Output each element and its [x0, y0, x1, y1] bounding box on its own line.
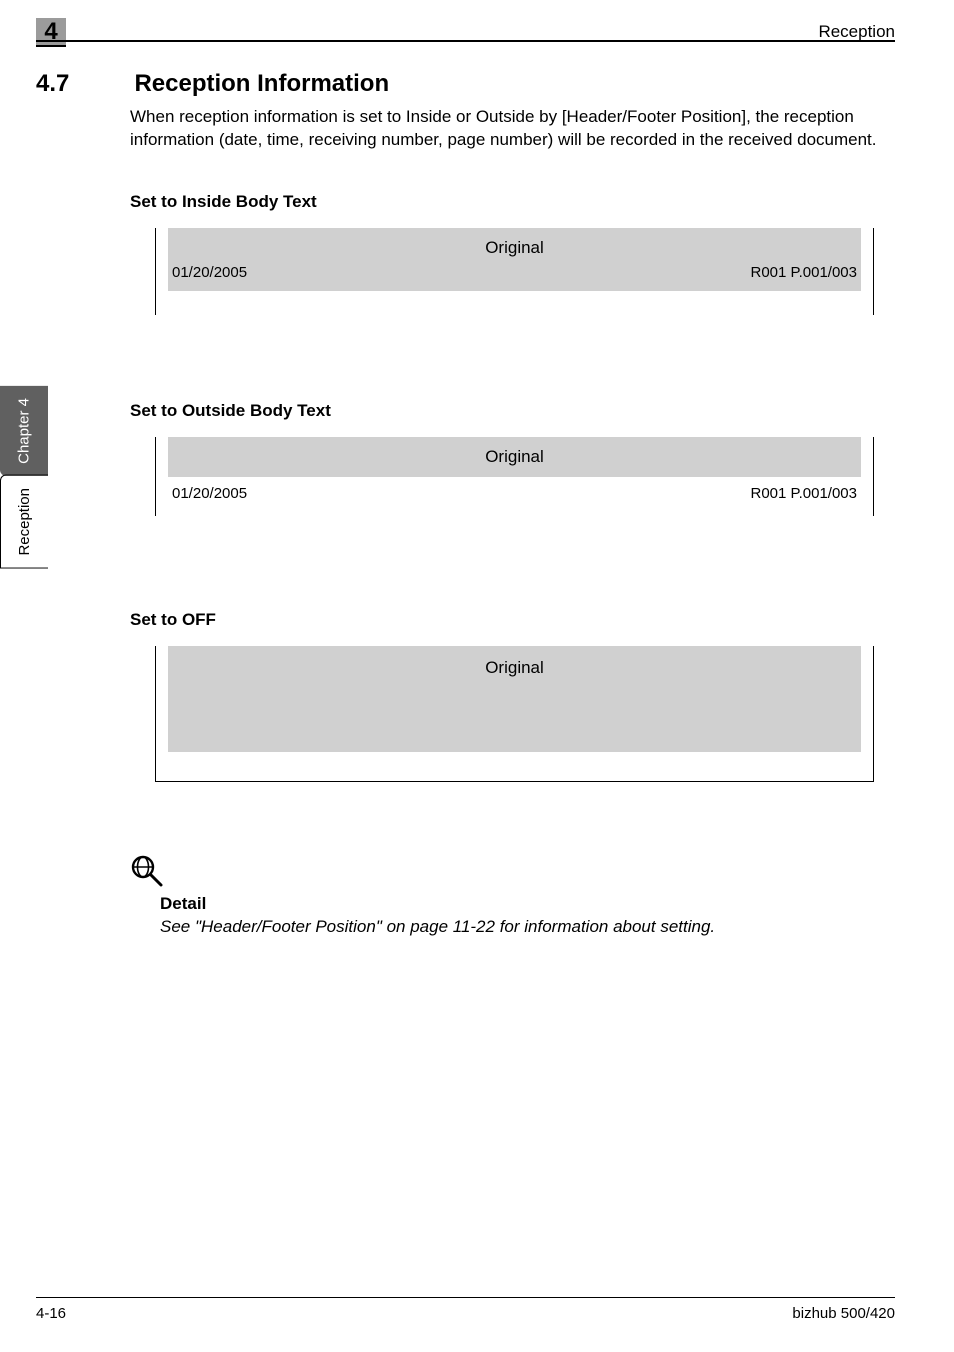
section-title: Reception Information — [134, 70, 389, 98]
illus-inside-right: R001 P.001/003 — [751, 264, 858, 281]
detail-heading: Detail — [160, 894, 206, 914]
illus-inside-date: 01/20/2005 — [172, 264, 247, 281]
illustration-off: Original — [155, 646, 874, 782]
side-tab-chapter: Chapter 4 — [0, 386, 48, 476]
illus-off-label: Original — [168, 646, 861, 752]
illus-outside-date: 01/20/2005 — [172, 485, 247, 502]
illus-outside-right: R001 P.001/003 — [751, 485, 858, 502]
illustration-outside: Original 01/20/2005 R001 P.001/003 — [155, 437, 874, 516]
section-number: 4.7 — [36, 70, 130, 98]
side-tab: Chapter 4 Reception — [0, 386, 48, 568]
footer-model: bizhub 500/420 — [792, 1305, 895, 1322]
subheading-inside: Set to Inside Body Text — [130, 192, 317, 212]
subheading-outside: Set to Outside Body Text — [130, 401, 331, 421]
running-header-title: Reception — [818, 22, 895, 42]
section-heading: 4.7 Reception Information — [36, 70, 895, 98]
magnifier-icon — [130, 854, 164, 893]
illustration-inside: Original 01/20/2005 R001 P.001/003 — [155, 228, 874, 315]
page-header: Reception — [36, 22, 895, 50]
chapter-number-box: 4 — [36, 18, 66, 47]
illus-outside-label: Original — [168, 437, 861, 477]
illus-inside-label: Original — [168, 228, 861, 264]
intro-paragraph: When reception information is set to Ins… — [130, 106, 895, 152]
header-rule — [36, 40, 895, 42]
footer-rule — [36, 1297, 895, 1298]
side-tab-title: Reception — [0, 475, 48, 569]
subheading-off: Set to OFF — [130, 610, 216, 630]
footer-page-number: 4-16 — [36, 1305, 66, 1322]
detail-body: See "Header/Footer Position" on page 11-… — [160, 916, 895, 939]
